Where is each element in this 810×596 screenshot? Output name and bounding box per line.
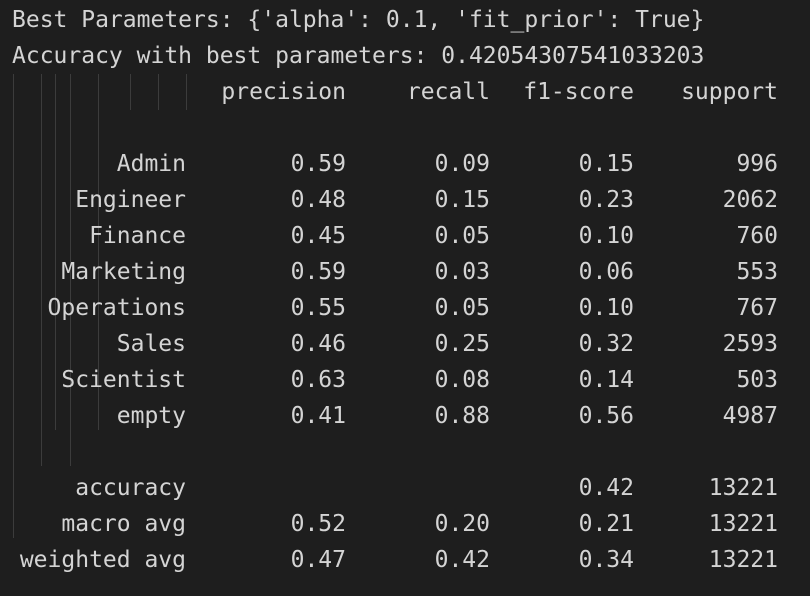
cell-f1-score: 0.10 bbox=[578, 223, 634, 249]
best-params-line: Best Parameters: {'alpha': 0.1, 'fit_pri… bbox=[12, 7, 705, 33]
table-row: empty 0.41 0.88 0.56 4987 bbox=[0, 398, 810, 434]
table-row: Sales 0.46 0.25 0.32 2593 bbox=[0, 326, 810, 362]
cell-label: accuracy bbox=[75, 475, 186, 501]
cell-recall: 0.88 bbox=[434, 403, 490, 429]
cell-f1-score: 0.06 bbox=[578, 259, 634, 285]
cell-recall: 0.09 bbox=[434, 151, 490, 177]
table-row: Engineer 0.48 0.15 0.23 2062 bbox=[0, 182, 810, 218]
cell-label: Admin bbox=[116, 151, 186, 177]
cell-recall: 0.20 bbox=[434, 511, 490, 537]
header-support: support bbox=[681, 79, 778, 105]
cell-f1-score: 0.56 bbox=[578, 403, 634, 429]
cell-label: weighted avg bbox=[19, 547, 186, 573]
cell-precision: 0.59 bbox=[290, 259, 346, 285]
cell-label: Scientist bbox=[61, 367, 186, 393]
table-row: Operations 0.55 0.05 0.10 767 bbox=[0, 290, 810, 326]
cell-recall: 0.03 bbox=[434, 259, 490, 285]
cell-f1-score: 0.34 bbox=[578, 547, 634, 573]
cell-label: Engineer bbox=[75, 187, 186, 213]
table-row: Finance 0.45 0.05 0.10 760 bbox=[0, 218, 810, 254]
report-header-row: precision recall f1-score support bbox=[0, 74, 810, 110]
cell-f1-score: 0.42 bbox=[578, 475, 634, 501]
cell-f1-score: 0.32 bbox=[578, 331, 634, 357]
cell-precision: 0.52 bbox=[290, 511, 346, 537]
cell-support: 13221 bbox=[708, 511, 778, 537]
header-precision: precision bbox=[221, 79, 346, 105]
cell-f1-score: 0.10 bbox=[578, 295, 634, 321]
cell-label: Operations bbox=[47, 295, 186, 321]
table-row: weighted avg 0.47 0.42 0.34 13221 bbox=[0, 542, 810, 578]
cell-label: Sales bbox=[116, 331, 186, 357]
cell-precision: 0.45 bbox=[290, 223, 346, 249]
cell-f1-score: 0.21 bbox=[578, 511, 634, 537]
cell-precision bbox=[200, 470, 346, 506]
cell-recall: 0.05 bbox=[434, 295, 490, 321]
cell-recall bbox=[346, 470, 490, 506]
header-recall: recall bbox=[406, 79, 490, 105]
cell-precision: 0.41 bbox=[290, 403, 346, 429]
cell-support: 760 bbox=[736, 223, 778, 249]
cell-f1-score: 0.15 bbox=[578, 151, 634, 177]
cell-support: 996 bbox=[736, 151, 778, 177]
cell-recall: 0.42 bbox=[434, 547, 490, 573]
table-row: Scientist 0.63 0.08 0.14 503 bbox=[0, 362, 810, 398]
cell-recall: 0.08 bbox=[434, 367, 490, 393]
cell-label: empty bbox=[116, 403, 186, 429]
cell-label: Marketing bbox=[61, 259, 186, 285]
cell-support: 13221 bbox=[708, 475, 778, 501]
table-row: macro avg 0.52 0.20 0.21 13221 bbox=[0, 506, 810, 542]
cell-precision: 0.47 bbox=[290, 547, 346, 573]
cell-label: macro avg bbox=[61, 511, 186, 537]
table-row: accuracy 0.42 13221 bbox=[0, 470, 810, 506]
cell-support: 2593 bbox=[722, 331, 778, 357]
cell-label: Finance bbox=[89, 223, 186, 249]
accuracy-line: Accuracy with best parameters: 0.4205430… bbox=[12, 43, 705, 69]
cell-precision: 0.48 bbox=[290, 187, 346, 213]
terminal-output: Best Parameters: {'alpha': 0.1, 'fit_pri… bbox=[0, 0, 810, 596]
cell-f1-score: 0.23 bbox=[578, 187, 634, 213]
cell-support: 4987 bbox=[722, 403, 778, 429]
cell-precision: 0.46 bbox=[290, 331, 346, 357]
table-row: Marketing 0.59 0.03 0.06 553 bbox=[0, 254, 810, 290]
header-f1-score: f1-score bbox=[523, 79, 634, 105]
cell-f1-score: 0.14 bbox=[578, 367, 634, 393]
cell-recall: 0.25 bbox=[434, 331, 490, 357]
cell-recall: 0.05 bbox=[434, 223, 490, 249]
cell-precision: 0.63 bbox=[290, 367, 346, 393]
cell-support: 503 bbox=[736, 367, 778, 393]
cell-support: 13221 bbox=[708, 547, 778, 573]
cell-precision: 0.55 bbox=[290, 295, 346, 321]
cell-recall: 0.15 bbox=[434, 187, 490, 213]
cell-support: 2062 bbox=[722, 187, 778, 213]
cell-precision: 0.59 bbox=[290, 151, 346, 177]
cell-support: 553 bbox=[736, 259, 778, 285]
table-row: Admin 0.59 0.09 0.15 996 bbox=[0, 146, 810, 182]
cell-support: 767 bbox=[736, 295, 778, 321]
